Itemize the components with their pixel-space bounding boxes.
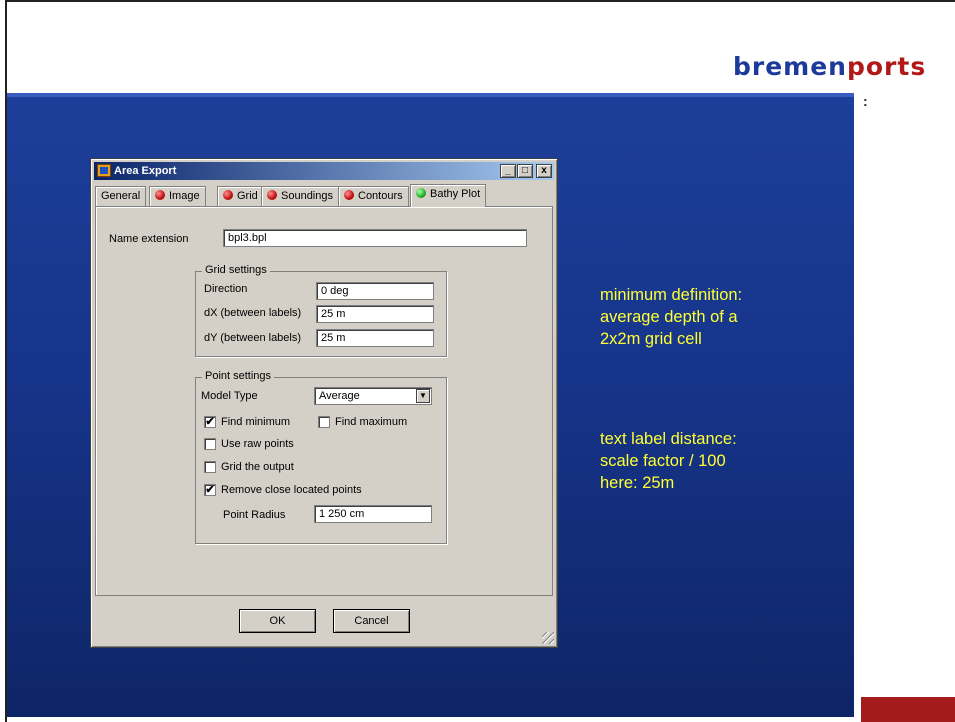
dy-label: dY (between labels) — [204, 332, 302, 344]
note-line: 2x2m grid cell — [600, 330, 702, 348]
green-status-icon — [416, 188, 426, 198]
close-button[interactable]: x — [536, 164, 552, 178]
minimize-button[interactable]: _ — [500, 164, 516, 178]
tab-image[interactable]: Image — [149, 186, 206, 206]
logo-text-ports: ports — [846, 52, 927, 81]
note-minimum-definition: minimum definition: average depth of a 2… — [600, 284, 742, 350]
point-radius-input[interactable]: 1 250 cm — [314, 505, 432, 523]
tab-soundings[interactable]: Soundings — [261, 186, 339, 206]
direction-label: Direction — [204, 283, 248, 295]
name-extension-label: Name extension — [109, 233, 189, 245]
model-type-label: Model Type — [201, 390, 258, 402]
find-maximum-label: Find maximum — [335, 416, 408, 428]
note-line: text label distance: — [600, 430, 737, 448]
dy-input[interactable]: 25 m — [316, 329, 434, 347]
tab-label: Grid — [237, 190, 258, 202]
remove-close-points-checkbox[interactable]: ✔ — [204, 484, 216, 496]
grid-output-label: Grid the output — [221, 461, 294, 473]
point-radius-label: Point Radius — [223, 509, 286, 521]
app-icon — [97, 164, 111, 177]
find-maximum-checkbox[interactable] — [318, 416, 330, 428]
tab-general[interactable]: General — [95, 186, 147, 206]
red-status-icon — [267, 190, 277, 200]
corner-red-block — [861, 697, 955, 722]
ok-button[interactable]: OK — [239, 609, 316, 633]
point-settings-title: Point settings — [202, 370, 275, 382]
area-export-dialog: Area Export _ □ x General Image Grid Sou… — [90, 158, 558, 648]
chevron-down-icon[interactable]: ▼ — [416, 389, 430, 403]
red-status-icon — [155, 190, 165, 200]
note-text-label-distance: text label distance: scale factor / 100 … — [600, 428, 737, 494]
red-status-icon — [223, 190, 233, 200]
find-minimum-label: Find minimum — [221, 416, 291, 428]
grid-settings-title: Grid settings — [202, 264, 270, 276]
note-line: average depth of a — [600, 308, 738, 326]
note-line: here: 25m — [600, 474, 675, 492]
find-minimum-checkbox[interactable]: ✔ — [204, 416, 216, 428]
dx-input[interactable]: 25 m — [316, 305, 434, 323]
tab-label: General — [101, 190, 141, 202]
grid-output-checkbox[interactable] — [204, 461, 216, 473]
dx-label: dX (between labels) — [204, 307, 302, 319]
red-status-icon — [344, 190, 354, 200]
slide-blue-strip — [7, 93, 854, 97]
dialog-titlebar[interactable]: Area Export _ □ x — [94, 162, 554, 180]
tab-label: Bathy Plot — [430, 188, 481, 200]
use-raw-points-label: Use raw points — [221, 438, 294, 450]
bremenports-logo: bremenports — [733, 52, 926, 81]
maximize-button[interactable]: □ — [517, 164, 533, 178]
tab-bathy-plot[interactable]: Bathy Plot — [410, 184, 487, 207]
resize-grip-icon[interactable] — [542, 632, 554, 644]
note-line: scale factor / 100 — [600, 452, 726, 470]
name-extension-input[interactable]: bpl3.bpl — [223, 229, 527, 247]
logo-text-bremen: bremen — [733, 52, 847, 81]
point-settings-group: Point settings Model Type Average ▼ ✔ Fi… — [195, 370, 447, 544]
tab-contours[interactable]: Contours — [338, 186, 409, 206]
use-raw-points-checkbox[interactable] — [204, 438, 216, 450]
cancel-button[interactable]: Cancel — [333, 609, 410, 633]
grid-settings-group: Grid settings Direction 0 deg dX (betwee… — [195, 264, 447, 357]
slide-top-border — [5, 0, 955, 7]
tab-grid[interactable]: Grid — [217, 186, 264, 206]
model-type-select[interactable]: Average ▼ — [314, 387, 432, 405]
note-line: minimum definition: — [600, 286, 743, 304]
model-type-value: Average — [319, 390, 360, 402]
remove-close-points-label: Remove close located points — [221, 484, 362, 496]
tab-label: Soundings — [281, 190, 333, 202]
dialog-title: Area Export — [114, 165, 177, 177]
tab-label: Contours — [358, 190, 403, 202]
direction-input[interactable]: 0 deg — [316, 282, 434, 300]
bathy-plot-panel: Name extension bpl3.bpl Grid settings Di… — [95, 206, 553, 596]
logo-dots: : — [863, 93, 868, 109]
tab-label: Image — [169, 190, 200, 202]
